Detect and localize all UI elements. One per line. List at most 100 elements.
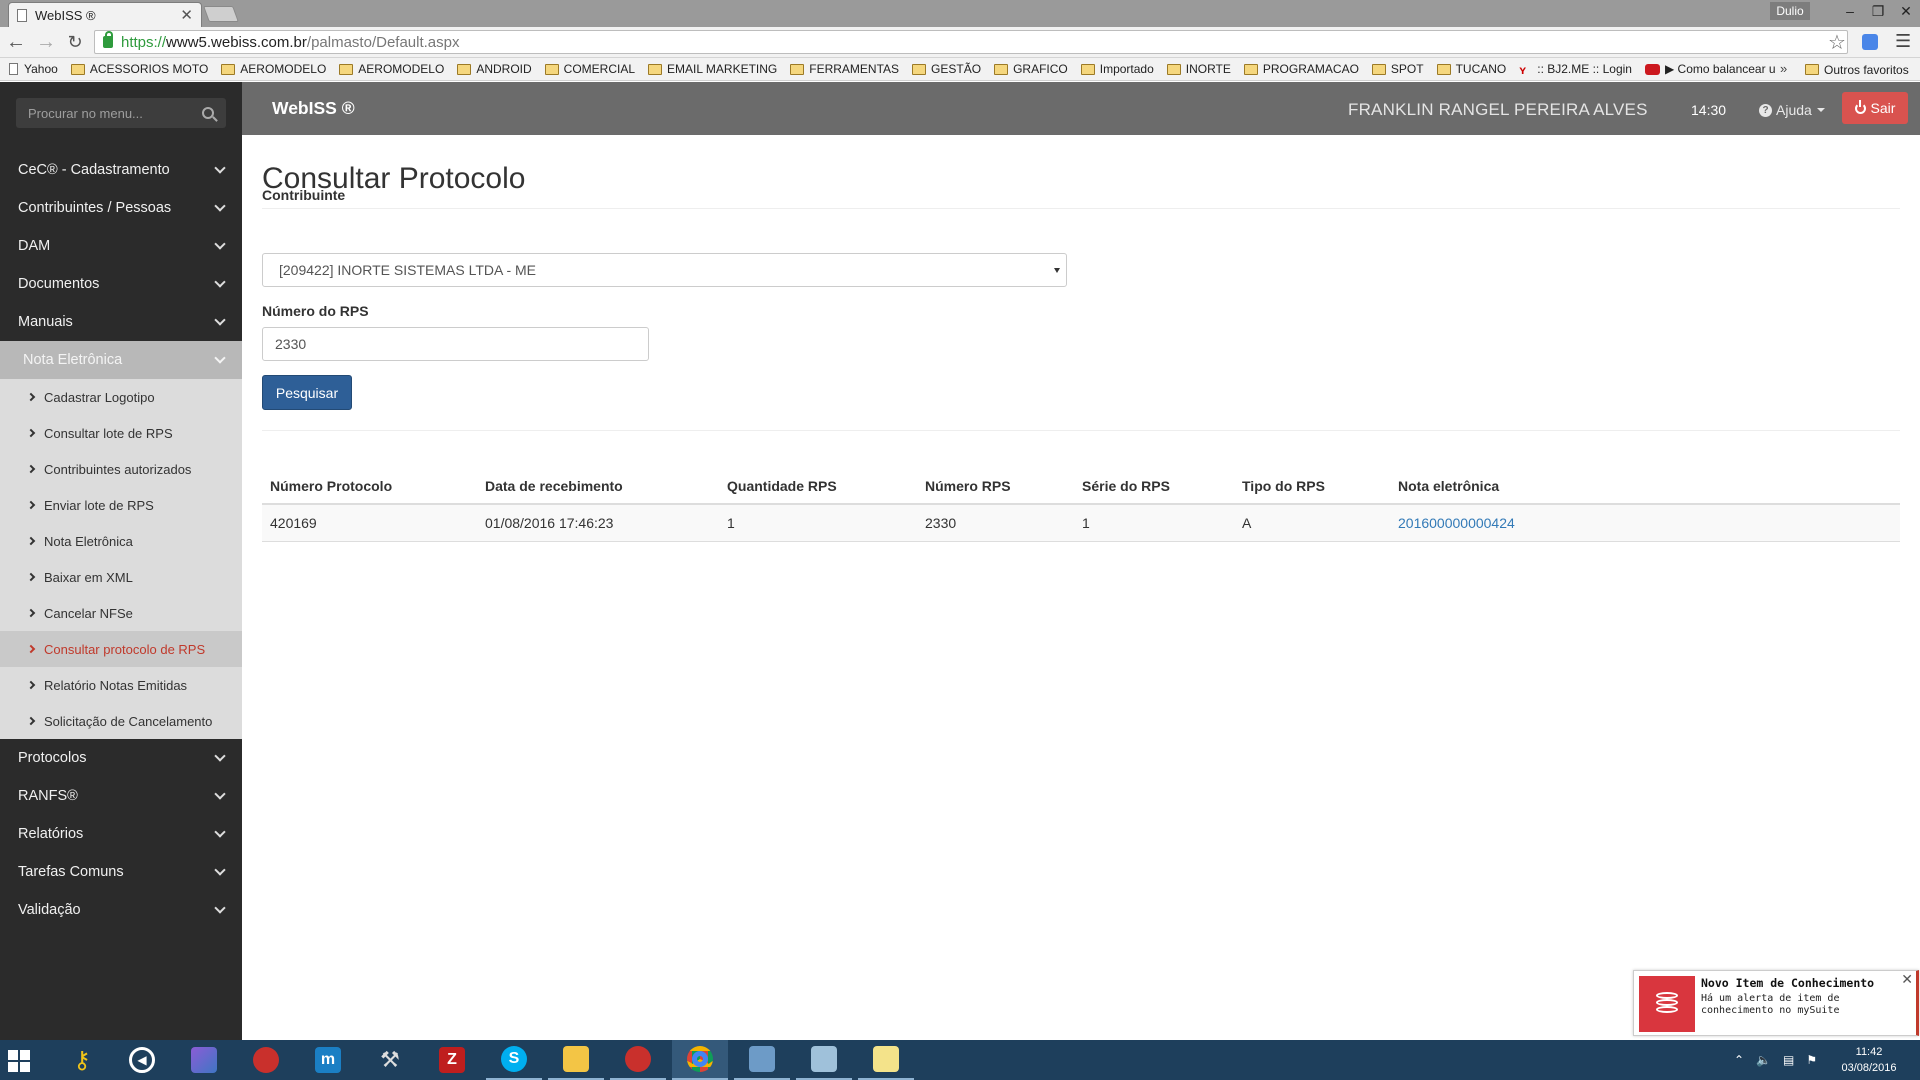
- bookmark-item[interactable]: ʏ:: BJ2.ME :: Login: [1519, 62, 1632, 77]
- chrome-icon[interactable]: [672, 1040, 728, 1080]
- menu-search-input[interactable]: Procurar no menu...: [16, 98, 226, 128]
- sidebar-item-label: Manuais: [18, 314, 73, 330]
- restore-icon[interactable]: ❐: [1864, 0, 1892, 22]
- chevron-down-icon: [214, 314, 226, 326]
- sidebar-menu-item[interactable]: CeC® - Cadastramento: [0, 151, 242, 189]
- table-cell: A: [1234, 504, 1390, 542]
- bookmark-item[interactable]: ACESSORIOS MOTO: [70, 62, 208, 76]
- table-row: 420169 01/08/2016 17:46:23 1 2330 1 A 20160000…: [262, 504, 1900, 542]
- taskbar-clock[interactable]: 11:42 03/08/2016: [1836, 1044, 1902, 1076]
- new-tab-button[interactable]: [203, 6, 239, 22]
- reload-icon[interactable]: ↻: [63, 30, 87, 54]
- sidebar-menu-item[interactable]: Protocolos: [0, 739, 242, 777]
- sidebar-subitem[interactable]: Baixar em XML: [0, 559, 242, 595]
- chevron-right-icon: [26, 572, 36, 582]
- delphi-icon[interactable]: [238, 1040, 294, 1080]
- bookmark-star-icon[interactable]: ☆: [1828, 30, 1846, 55]
- teamviewer-icon[interactable]: ◀: [114, 1040, 170, 1080]
- app-brand[interactable]: WebISS ®: [272, 98, 355, 119]
- sidebar-subitem[interactable]: Relatório Notas Emitidas: [0, 667, 242, 703]
- sidebar-menu-item[interactable]: RANFS®: [0, 777, 242, 815]
- sidebar-subitem[interactable]: Nota Eletrônica: [0, 523, 242, 559]
- sidebar-menu-item[interactable]: Contribuintes / Pessoas: [0, 189, 242, 227]
- bookmark-item[interactable]: EMAIL MARKETING: [648, 62, 777, 76]
- bookmark-item[interactable]: COMERCIAL: [544, 62, 635, 76]
- windows-start-icon[interactable]: [8, 1050, 30, 1072]
- bookmark-item[interactable]: FERRAMENTAS: [790, 62, 899, 76]
- app-topbar: WebISS ® FRANKLIN RANGEL PEREIRA ALVES 1…: [242, 82, 1920, 135]
- network-icon[interactable]: ▤: [1783, 1053, 1794, 1067]
- table-header-row: Número Protocolo Data de recebimento Quant…: [262, 465, 1900, 505]
- notepad-app-icon[interactable]: [796, 1040, 852, 1080]
- close-tab-icon[interactable]: ✕: [180, 6, 193, 24]
- screenshot-app-icon[interactable]: [734, 1040, 790, 1080]
- volume-icon[interactable]: 🔈: [1756, 1053, 1771, 1067]
- delphi-running-icon[interactable]: [610, 1040, 666, 1080]
- bookmark-item[interactable]: Yahoo: [9, 62, 58, 76]
- bookmark-item[interactable]: Importado: [1080, 62, 1154, 76]
- tray-expand-icon[interactable]: ⌃: [1734, 1053, 1744, 1067]
- bookmark-item[interactable]: PROGRAMACAO: [1243, 62, 1359, 76]
- bookmark-item[interactable]: AEROMODELO: [221, 62, 326, 76]
- sidebar-subitem[interactable]: Solicitação de Cancelamento: [0, 703, 242, 739]
- sidebar-menu-item[interactable]: Validação: [0, 891, 242, 929]
- sidebar-menu-item[interactable]: Documentos: [0, 265, 242, 303]
- sidebar-subitem[interactable]: Cancelar NFSe: [0, 595, 242, 631]
- file-explorer-icon[interactable]: [548, 1040, 604, 1080]
- forward-icon[interactable]: →: [34, 30, 58, 54]
- help-dropdown[interactable]: ? Ajuda: [1759, 102, 1825, 118]
- sidebar-menu-item[interactable]: Tarefas Comuns: [0, 853, 242, 891]
- close-window-icon[interactable]: ✕: [1892, 0, 1920, 22]
- bookmark-item[interactable]: GRAFICO: [994, 62, 1068, 76]
- bookmarks-more-icon[interactable]: »: [1780, 61, 1787, 76]
- minimize-icon[interactable]: –: [1836, 0, 1864, 22]
- bookmark-item[interactable]: TUCANO: [1436, 62, 1506, 76]
- action-center-icon[interactable]: ⚑: [1806, 1053, 1817, 1067]
- translate-extension-icon[interactable]: [1862, 34, 1878, 50]
- chevron-right-icon: [26, 464, 36, 474]
- chevron-down-icon: [214, 238, 226, 250]
- close-icon[interactable]: ✕: [1901, 971, 1913, 988]
- sidebar-subitem[interactable]: Cadastrar Logotipo: [0, 379, 242, 415]
- sidebar-subitem[interactable]: Enviar lote de RPS: [0, 487, 242, 523]
- nota-eletronica-link[interactable]: 201600000000424: [1398, 515, 1515, 531]
- folder-icon: [994, 63, 1009, 75]
- browser-profile[interactable]: Dulio: [1770, 2, 1810, 20]
- sticky-notes-icon[interactable]: [858, 1040, 914, 1080]
- notification-toast[interactable]: Novo Item de Conhecimento Há um alerta d…: [1633, 970, 1919, 1036]
- tools-icon[interactable]: ⚒: [362, 1040, 418, 1080]
- sidebar-menu-item[interactable]: DAM: [0, 227, 242, 265]
- browser-tab[interactable]: WebISS ® ✕: [8, 2, 202, 27]
- maxthon-icon[interactable]: m: [300, 1040, 356, 1080]
- other-bookmarks-label: Outros favoritos: [1824, 62, 1909, 77]
- caret-down-icon: [1816, 108, 1825, 112]
- contribuinte-select[interactable]: [209422] INORTE SISTEMAS LTDA - ME: [262, 253, 1067, 287]
- sidebar-subitem[interactable]: Contribuintes autorizados: [0, 451, 242, 487]
- bookmark-item[interactable]: SPOT: [1371, 62, 1424, 76]
- keys-app-icon[interactable]: ⚷: [54, 1040, 110, 1080]
- search-button[interactable]: Pesquisar: [262, 375, 352, 410]
- bookmark-item[interactable]: AEROMODELO: [339, 62, 444, 76]
- search-icon[interactable]: [202, 107, 214, 119]
- rps-number-input[interactable]: 2330: [262, 327, 649, 361]
- other-bookmarks[interactable]: Outros favoritos: [1805, 58, 1909, 81]
- bookmark-item[interactable]: INORTE: [1166, 62, 1231, 76]
- back-icon[interactable]: ←: [4, 30, 28, 54]
- skype-icon[interactable]: S: [486, 1040, 542, 1080]
- sidebar-subitem-active[interactable]: Consultar protocolo de RPS: [0, 631, 242, 667]
- filezilla-icon[interactable]: Z: [424, 1040, 480, 1080]
- browser-menu-icon[interactable]: ☰: [1895, 31, 1911, 52]
- bookmark-item[interactable]: ▶ Como balancear u: [1644, 62, 1776, 76]
- address-bar[interactable]: https:// www5.webiss.com.br /palmasto/De…: [94, 30, 1848, 54]
- visual-studio-icon[interactable]: [176, 1040, 232, 1080]
- sidebar-menu-item[interactable]: Manuais: [0, 303, 242, 341]
- sidebar-subitem-label: Cadastrar Logotipo: [44, 389, 155, 405]
- sidebar-menu-item[interactable]: Relatórios: [0, 815, 242, 853]
- browser-tab-title: WebISS ®: [35, 7, 96, 23]
- bookmark-item[interactable]: GESTÃO: [912, 62, 981, 76]
- sidebar-menu: CeC® - Cadastramento Contribuintes / Pess…: [0, 151, 242, 929]
- sidebar-menu-item[interactable]: Nota Eletrônica: [0, 341, 242, 379]
- logout-button[interactable]: Sair: [1842, 92, 1908, 124]
- sidebar-subitem[interactable]: Consultar lote de RPS: [0, 415, 242, 451]
- bookmark-item[interactable]: ANDROID: [457, 62, 532, 76]
